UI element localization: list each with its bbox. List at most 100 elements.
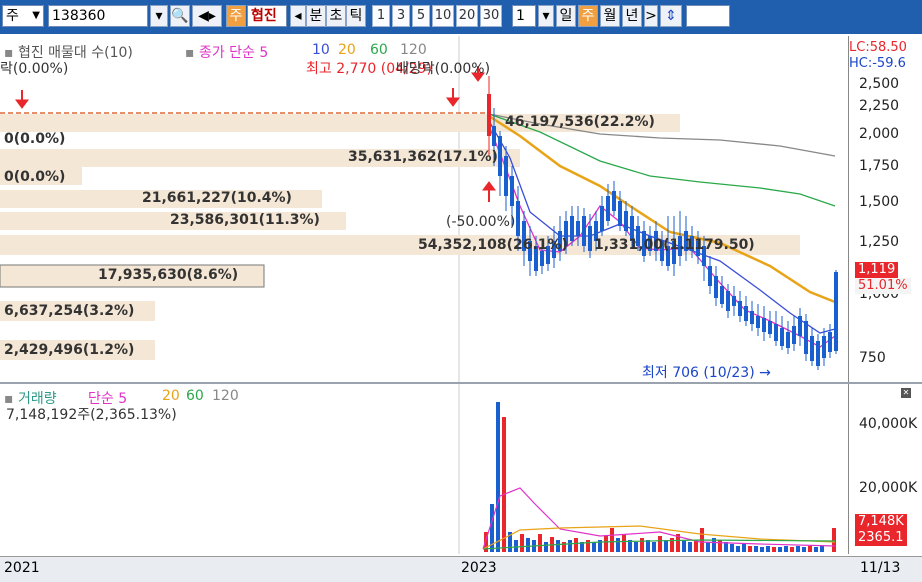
candle [744, 306, 748, 321]
candle [798, 316, 802, 336]
candle [834, 272, 838, 351]
candle [504, 156, 508, 196]
volume-bar [706, 542, 710, 552]
price-tick: 1,500 [859, 194, 900, 210]
interval-30[interactable]: 30 [480, 5, 502, 27]
candle [540, 251, 544, 266]
btn-second[interactable]: 초 [326, 5, 346, 27]
volume-bar [808, 546, 812, 552]
volume-bar [652, 542, 656, 552]
profile-label-6: 6,637,254(3.2%) [4, 303, 135, 319]
vol-tick: 20,000K [859, 480, 918, 496]
date-label: 2023 [461, 560, 497, 576]
interval-3[interactable]: 3 [392, 5, 410, 27]
interval-5[interactable]: 5 [412, 5, 430, 27]
profile-label-1: 0(0.0%) [4, 131, 66, 147]
stock-name: 협진 [247, 5, 287, 27]
candle [570, 216, 574, 241]
panel-close-icon[interactable]: ✕ [901, 388, 911, 398]
price-tick: 2,500 [859, 76, 900, 92]
vol-value-text: 7,148,192주(2,365.13%) [6, 407, 177, 423]
candle [516, 201, 520, 236]
prev-arrow-icon[interactable]: ◂ [290, 5, 306, 27]
btn-week[interactable]: 주 [578, 5, 598, 27]
vol-badge: 7,148K [855, 514, 907, 530]
price-tick: 2,000 [859, 126, 900, 142]
candle [582, 216, 586, 246]
hc-label: HC:-59.6 [849, 56, 906, 71]
vol-tick: 40,000K [859, 416, 918, 432]
code-dropdown-button[interactable]: ▾ [150, 5, 168, 27]
candle [600, 206, 604, 231]
interval-dropdown-button[interactable]: ▾ [538, 5, 554, 27]
candle [618, 201, 622, 226]
interval-10[interactable]: 10 [432, 5, 454, 27]
candle [828, 332, 832, 352]
price-badge: 1,119 [855, 262, 899, 278]
updown-icon[interactable]: ⇕ [660, 5, 682, 27]
candle [714, 276, 718, 298]
profile-right-4: 1,331,00(1.1179.50) [594, 237, 755, 253]
volume-bar [802, 547, 806, 552]
code-input[interactable]: 138360 [48, 5, 148, 27]
candle [762, 318, 766, 332]
candle [822, 336, 826, 358]
high-overlap-label: 배당락(0.00%) [396, 61, 491, 77]
next-arrow-icon[interactable]: > [644, 5, 658, 27]
price-tick: 1,250 [859, 234, 900, 250]
volume-bar [790, 547, 794, 552]
candle [720, 286, 724, 304]
volume-bar [832, 528, 836, 552]
price-axis[interactable]: LC:58.50 HC:-59.6 2,500 2,250 2,000 1,75… [848, 36, 922, 382]
btn-month[interactable]: 월 [600, 5, 620, 27]
price-badge-pct: 51.01% [855, 278, 911, 294]
volume-bar [514, 540, 518, 552]
profile-label-7: 2,429,496(1.2%) [4, 342, 135, 358]
interval-20[interactable]: 20 [456, 5, 478, 27]
candle [738, 301, 742, 316]
date-axis[interactable]: 2021 2023 11/13 [0, 556, 922, 582]
candle [780, 328, 784, 346]
speaker-icon[interactable]: ◀▸ [192, 5, 222, 27]
extra-input[interactable] [686, 5, 730, 27]
candle [726, 291, 730, 311]
btn-minute[interactable]: 분 [306, 5, 326, 27]
btn-tick[interactable]: 틱 [346, 5, 366, 27]
interval-1[interactable]: 1 [372, 5, 390, 27]
btn-year[interactable]: 년 [622, 5, 642, 27]
interval-select[interactable]: 1 [512, 5, 536, 27]
btn-day[interactable]: 일 [556, 5, 576, 27]
volume-bar [538, 534, 542, 552]
volume-bar [544, 542, 548, 552]
candle [750, 311, 754, 324]
volume-bar [496, 402, 500, 552]
volume-chart-panel[interactable]: ▪ 거래량 단순 5 20 60 120 7,148,192주(2,365.13… [0, 384, 848, 554]
profile-right-1: 46,197,536(22.2%) [505, 114, 655, 130]
price-chart-panel[interactable]: ▪ 협진 매물대 수(10) ▪ 종가 단순 5 10 20 60 120 락(… [0, 36, 848, 382]
toolbar: 주 ▼ 138360 ▾ 🔍 ◀▸ 주 협진 ◂ 분 초 틱 1 3 5 10 2… [0, 0, 922, 34]
volume-bar [622, 534, 626, 552]
volume-bar [568, 540, 572, 552]
candle [768, 321, 772, 334]
profile-label-3: 21,661,227(10.4%) [142, 190, 292, 206]
volume-bar [814, 547, 818, 552]
volume-bar [526, 538, 530, 552]
volume-bar [730, 544, 734, 552]
period-select[interactable]: 주 ▼ [2, 5, 44, 27]
vol-ma60-legend: 60 [186, 388, 204, 404]
volume-bar [586, 540, 590, 552]
candle [576, 221, 580, 236]
event-arrows [15, 66, 496, 202]
ma20-line [488, 114, 836, 304]
volume-bar [796, 546, 800, 552]
volume-axis[interactable]: ✕ 40,000K 20,000K 7,148K 2365.1 [848, 384, 922, 554]
price-tick: 2,250 [859, 98, 900, 114]
volume-bar [736, 546, 740, 552]
lc-label: LC:58.50 [849, 40, 907, 55]
ma20-legend: 20 [338, 42, 356, 58]
volume-bar [664, 540, 668, 552]
search-icon[interactable]: 🔍 [170, 5, 190, 27]
date-label: 11/13 [860, 560, 901, 576]
volume-bar [718, 540, 722, 552]
candle [498, 136, 502, 176]
